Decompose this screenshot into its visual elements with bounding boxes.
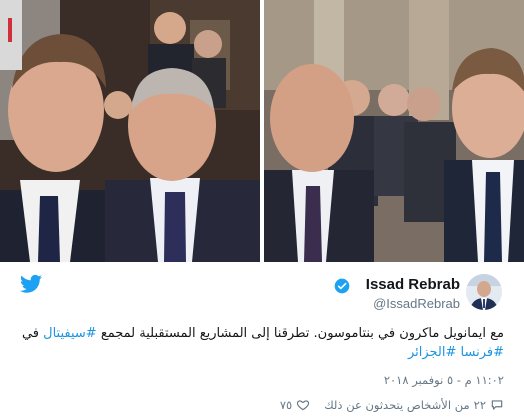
avatar-illustration — [466, 274, 502, 310]
tweet-photo-left[interactable] — [0, 0, 260, 262]
heart-icon — [297, 400, 310, 411]
avatar[interactable] — [466, 274, 502, 310]
replies-action[interactable]: من الأشخاص يتحدثون عن ذلك ٢٢ — [324, 398, 504, 412]
tweet-body: مع ايمانويل ماكرون في بنتاموسون. تطرقنا … — [100, 326, 504, 341]
like-action[interactable]: ٧٥ — [280, 398, 310, 412]
twitter-bird-icon[interactable] — [20, 274, 42, 294]
selfie-photo-illustration — [0, 0, 260, 262]
tweet-text: مع ايمانويل ماكرون في بنتاموسون. تطرقنا … — [14, 324, 504, 362]
tweet-timestamp[interactable]: ١١:٠٢ م - ٥ نوفمبر ٢٠١٨ — [384, 373, 504, 387]
hashtag-link[interactable]: #فرنسا — [461, 345, 504, 360]
user-handle[interactable]: @IssadRebrab — [373, 296, 460, 311]
tweet-media[interactable] — [0, 0, 524, 262]
hashtag-link[interactable]: #الجزائر — [408, 345, 456, 360]
like-count: ٧٥ — [279, 398, 293, 412]
replies-count: ٢٢ — [473, 398, 486, 412]
meeting-photo-illustration — [264, 0, 524, 262]
replies-caption: من الأشخاص يتحدثون عن ذلك — [324, 398, 470, 412]
tweet-photo-right[interactable] — [264, 0, 524, 262]
speech-bubble-icon — [491, 400, 503, 410]
display-name[interactable]: Issad Rebrab — [366, 276, 460, 293]
verified-badge-icon — [334, 278, 350, 294]
hashtag-link[interactable]: #سيفيتال — [43, 326, 97, 341]
tweet-card: Issad Rebrab @IssadRebrab مع ايمانويل ما… — [0, 0, 524, 419]
tweet-actions: من الأشخاص يتحدثون عن ذلك ٢٢ ٧٥ — [14, 396, 504, 414]
tweet-body-preposition: في — [21, 326, 39, 341]
